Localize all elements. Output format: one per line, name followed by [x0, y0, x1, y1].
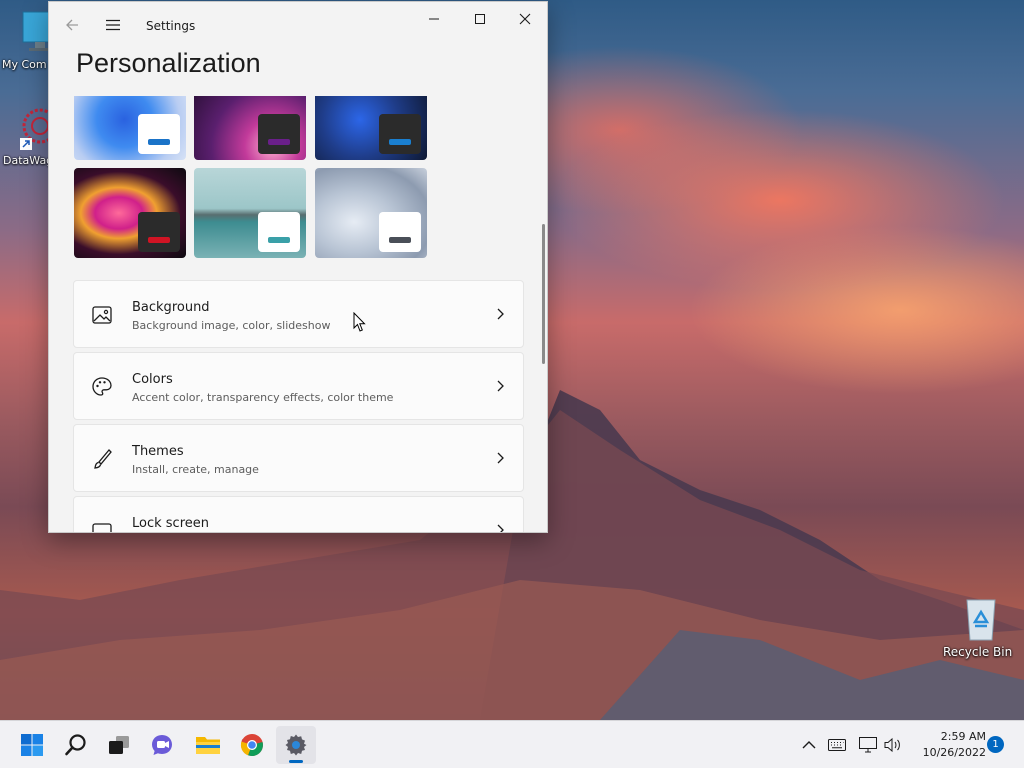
task-view-button[interactable]: [99, 726, 139, 764]
recycle-bin-icon: [966, 599, 996, 641]
brush-icon: [94, 449, 112, 469]
theme-captured-motion[interactable]: [74, 168, 186, 258]
navigation-menu-button[interactable]: [98, 10, 128, 40]
maximize-button[interactable]: [457, 2, 503, 36]
active-app-indicator: [289, 760, 303, 763]
lock-screen-icon: [92, 523, 112, 532]
setting-themes[interactable]: Themes Install, create, manage: [73, 424, 524, 492]
search-icon: [65, 734, 86, 756]
title-bar: Settings: [49, 2, 547, 48]
page-title: Personalization: [76, 48, 261, 78]
taskbar: 2:59 AM 10/26/2022 1: [0, 720, 1024, 768]
start-button[interactable]: [12, 726, 52, 764]
minimize-button[interactable]: [411, 2, 457, 36]
settings-window: Settings Personalization Background Back…: [48, 1, 548, 533]
desktop-icon-recycle-bin[interactable]: Recycle Bin: [943, 596, 1013, 659]
taskbar-clock[interactable]: 2:59 AM 10/26/2022: [910, 729, 986, 761]
file-explorer-button[interactable]: [188, 726, 228, 764]
close-button[interactable]: [502, 2, 547, 36]
vertical-scrollbar[interactable]: [542, 224, 545, 364]
settings-icon: [285, 734, 307, 756]
file-explorer-icon: [196, 737, 220, 754]
notification-badge[interactable]: 1: [987, 736, 1004, 753]
chat-button[interactable]: [143, 726, 183, 764]
theme-preview-window: [138, 212, 180, 252]
chevron-right-icon: [497, 524, 504, 532]
setting-subtitle: Install, create, manage: [132, 463, 259, 476]
window-title: Settings: [146, 19, 196, 33]
palette-icon: [92, 377, 112, 396]
theme-windows-dark-bloom[interactable]: [315, 96, 427, 160]
theme-sunrise[interactable]: [194, 168, 306, 258]
back-button[interactable]: [57, 10, 87, 40]
network-icon: [859, 737, 877, 753]
show-hidden-icons-button[interactable]: [799, 735, 819, 755]
close-icon: [519, 13, 531, 25]
volume-button[interactable]: [883, 735, 903, 755]
search-button[interactable]: [56, 726, 96, 764]
minimize-icon: [429, 18, 439, 20]
setting-subtitle: Accent color, transparency effects, colo…: [132, 391, 394, 404]
setting-title: Colors: [132, 372, 173, 387]
chrome-icon: [240, 734, 263, 757]
keyboard-icon: [828, 739, 846, 751]
task-view-icon: [109, 736, 129, 754]
recycle-bin-label: Recycle Bin: [943, 645, 1013, 659]
setting-title: Themes: [132, 444, 184, 459]
mouse-cursor-icon: [353, 312, 366, 332]
clock-date: 10/26/2022: [922, 746, 986, 759]
theme-preview-window: [258, 212, 300, 252]
chevron-right-icon: [497, 308, 504, 320]
chat-icon: [152, 735, 172, 755]
clock-time: 2:59 AM: [940, 730, 986, 743]
chrome-button[interactable]: [232, 726, 272, 764]
theme-flow[interactable]: [315, 168, 427, 258]
hamburger-icon: [106, 19, 120, 31]
theme-preview-window: [379, 114, 421, 154]
theme-preview-window: [258, 114, 300, 154]
keyboard-button[interactable]: [827, 735, 847, 755]
volume-icon: [884, 737, 900, 753]
back-arrow-icon: [66, 19, 78, 31]
settings-app-button[interactable]: [276, 726, 316, 764]
settings-content: Background Background image, color, slid…: [49, 96, 547, 532]
theme-glow[interactable]: [194, 96, 306, 160]
setting-title: Background: [132, 300, 210, 315]
setting-title: Lock screen: [132, 516, 209, 531]
chevron-up-icon: [802, 741, 816, 749]
theme-preview-window: [138, 114, 180, 154]
start-icon: [21, 734, 43, 756]
setting-background[interactable]: Background Background image, color, slid…: [73, 280, 524, 348]
setting-colors[interactable]: Colors Accent color, transparency effect…: [73, 352, 524, 420]
setting-subtitle: Background image, color, slideshow: [132, 319, 331, 332]
image-icon: [92, 306, 112, 324]
network-button[interactable]: [858, 735, 878, 755]
theme-windows-light-bloom[interactable]: [74, 96, 186, 160]
chevron-right-icon: [497, 380, 504, 392]
chevron-right-icon: [497, 452, 504, 464]
theme-preview-window: [379, 212, 421, 252]
maximize-icon: [475, 14, 485, 24]
setting-lock-screen[interactable]: Lock screen: [73, 496, 524, 532]
